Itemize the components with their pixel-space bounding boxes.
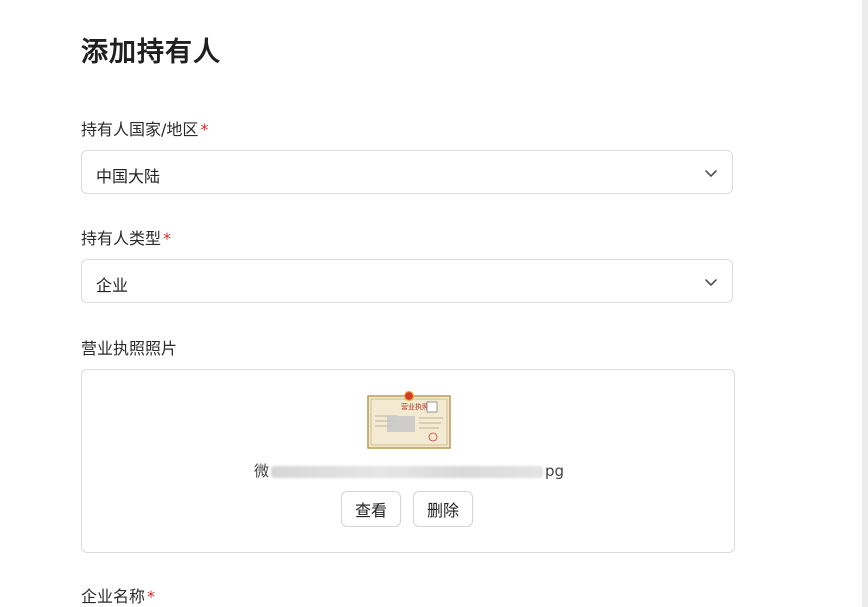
- country-select[interactable]: 中国大陆: [81, 150, 733, 194]
- holder-type-label-text: 持有人类型: [81, 229, 162, 248]
- file-name-end: pg: [544, 462, 565, 480]
- add-holder-page: 添加持有人 持有人国家/地区 * 中国大陆 持有人类型 * 企业 营业执照照片 营业…: [0, 0, 868, 607]
- country-select-value: 中国大陆: [96, 167, 161, 186]
- view-button[interactable]: 查看: [341, 491, 402, 527]
- chevron-down-icon: [705, 279, 717, 286]
- chevron-down-icon: [705, 170, 717, 177]
- page-title: 添加持有人: [81, 37, 221, 68]
- license-label: 营业执照照片: [81, 339, 178, 358]
- country-label-text: 持有人国家/地区: [81, 120, 199, 139]
- redacted-file-name: [270, 465, 543, 478]
- license-thumbnail[interactable]: 营业执照: [367, 390, 451, 450]
- thumbnail-header: 营业执照: [401, 402, 429, 411]
- holder-type-select[interactable]: 企业: [81, 259, 733, 303]
- file-name-start: 微: [253, 462, 269, 480]
- scrollbar-track[interactable]: [862, 0, 868, 607]
- license-file-name: 微 pg: [82, 460, 736, 482]
- company-name-label-text: 企业名称: [81, 587, 146, 606]
- required-mark: *: [147, 587, 156, 606]
- delete-button[interactable]: 删除: [413, 491, 474, 527]
- holder-type-label: 持有人类型 *: [81, 225, 171, 249]
- required-mark: *: [163, 229, 172, 248]
- required-mark: *: [200, 120, 209, 139]
- license-upload-box: 营业执照 微 pg 查看 删除: [81, 369, 735, 553]
- country-label: 持有人国家/地区 *: [81, 116, 208, 140]
- company-name-label: 企业名称 *: [81, 583, 155, 607]
- holder-type-select-value: 企业: [96, 276, 129, 295]
